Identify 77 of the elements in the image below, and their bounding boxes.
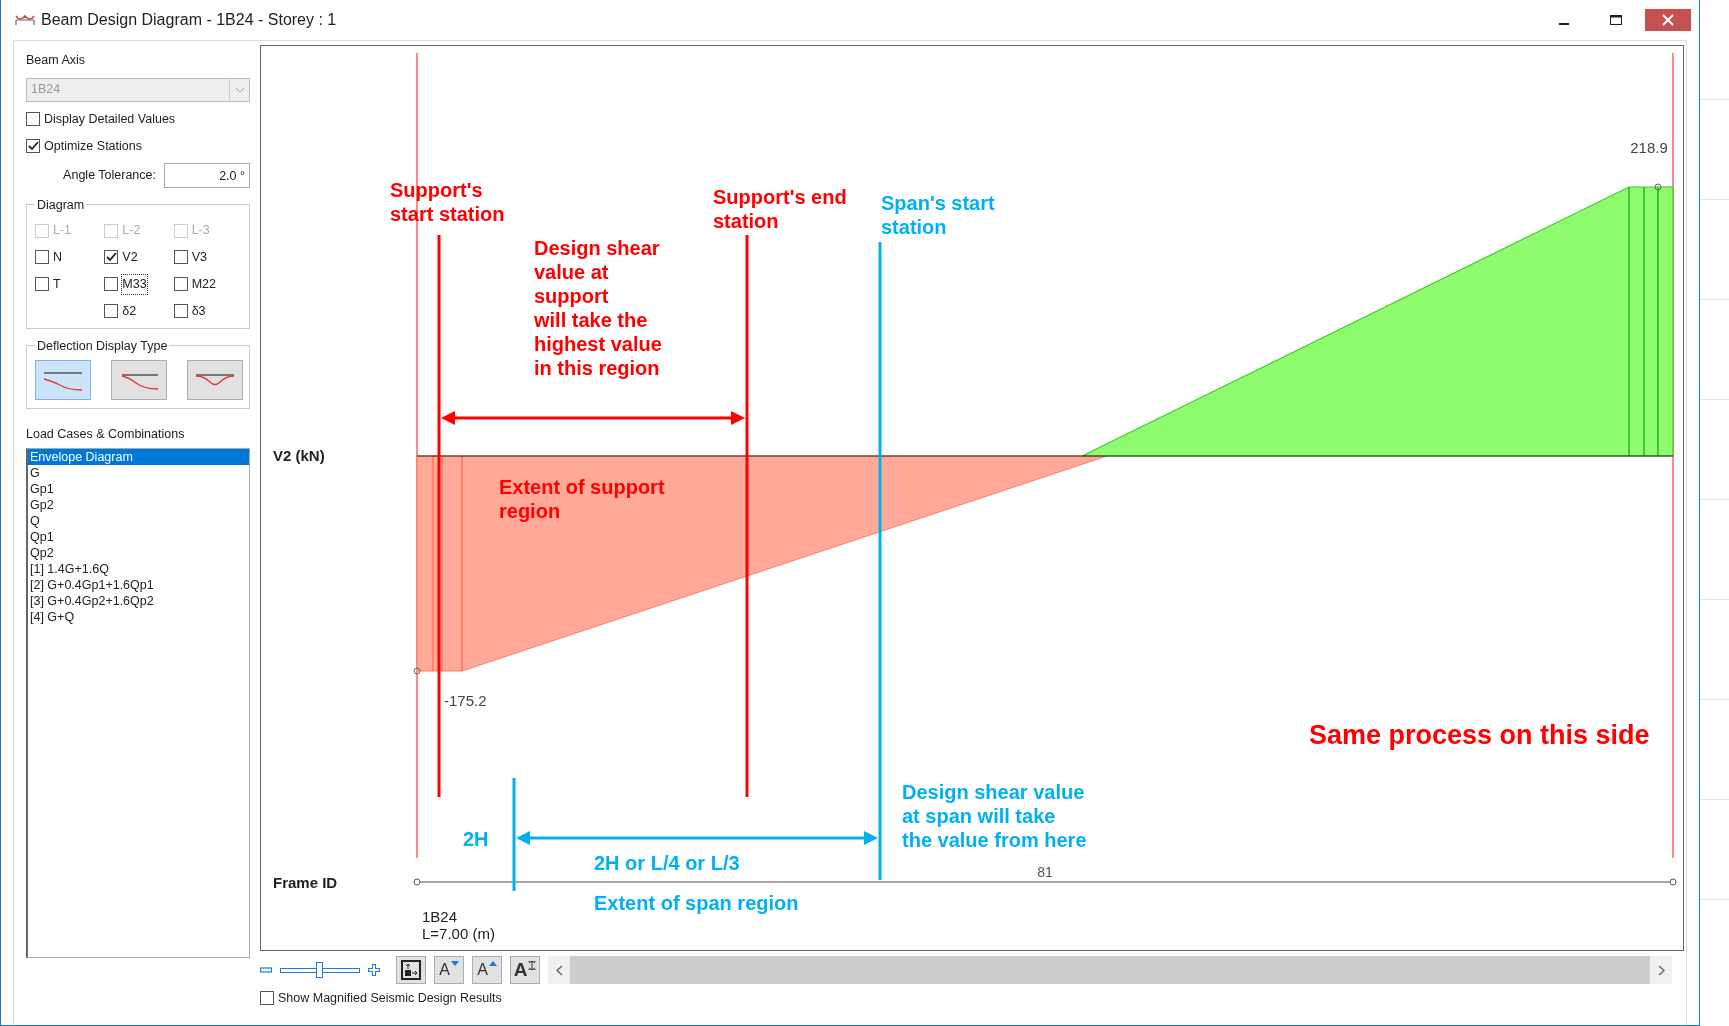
checkbox-label[interactable]: Optimize Stations bbox=[44, 136, 142, 156]
toolbar-button[interactable]: A bbox=[472, 956, 502, 984]
frame-length: L=7.00 (m) bbox=[422, 925, 495, 942]
checkbox[interactable] bbox=[173, 303, 188, 318]
beam-icon bbox=[15, 13, 35, 27]
checkbox-label[interactable]: Show Magnified Seismic Design Results bbox=[278, 989, 502, 1008]
list-item[interactable]: Q bbox=[28, 513, 249, 529]
list-item[interactable]: Gp1 bbox=[28, 481, 249, 497]
minus-icon bbox=[260, 967, 272, 973]
close-icon bbox=[1662, 14, 1674, 26]
close-button[interactable] bbox=[1645, 9, 1691, 31]
value-label: -175.2 bbox=[444, 692, 487, 709]
toolbar-button[interactable] bbox=[396, 956, 426, 984]
annotation-text: Same process on this side bbox=[1309, 720, 1650, 750]
annotation-text: Design shear value at span will take the value from here bbox=[902, 781, 1087, 851]
checkbox-label[interactable]: δ3 bbox=[191, 301, 206, 321]
annotation-text: Support's start station bbox=[390, 179, 505, 225]
deflection-type-button[interactable] bbox=[35, 360, 91, 401]
list-item[interactable]: [4] G+Q bbox=[28, 609, 249, 625]
annotation-text: Span's start station bbox=[881, 192, 995, 238]
annotation-text: Extent of span region bbox=[594, 892, 799, 914]
point-marker bbox=[413, 667, 421, 675]
group-title: Load Cases & Combinations bbox=[26, 426, 186, 444]
checkbox-label[interactable]: T bbox=[53, 274, 61, 294]
checkbox[interactable] bbox=[35, 250, 49, 265]
toolbar-button[interactable]: A bbox=[510, 956, 540, 984]
point-marker bbox=[1654, 183, 1662, 191]
annotation-text: Extent of support region bbox=[499, 476, 665, 522]
annotation-text: Design shear value at support will take the highest value in this region bbox=[534, 237, 662, 379]
checkbox[interactable] bbox=[35, 277, 49, 292]
checkbox-label[interactable]: δ2 bbox=[122, 301, 137, 321]
deflection-type-button[interactable] bbox=[187, 360, 243, 401]
checkbox[interactable] bbox=[26, 138, 40, 153]
axis-label: Frame ID bbox=[273, 874, 338, 891]
list-item[interactable]: [3] G+0.4Gp2+1.6Qp2 bbox=[28, 593, 249, 609]
list-item[interactable]: [1] 1.4G+1.6Q bbox=[28, 561, 249, 577]
list-item[interactable]: [2] G+0.4Gp1+1.6Qp1 bbox=[28, 577, 249, 593]
checkbox[interactable] bbox=[260, 991, 274, 1006]
slider-thumb[interactable] bbox=[316, 962, 323, 978]
axis-label: V2 (kN) bbox=[273, 447, 325, 464]
frame-number: 81 bbox=[1037, 864, 1053, 880]
minimize-icon bbox=[1559, 23, 1569, 25]
zoom-slider[interactable] bbox=[280, 961, 360, 979]
checkbox[interactable] bbox=[173, 250, 188, 265]
field-label: Beam Axis bbox=[26, 52, 87, 69]
checkbox[interactable] bbox=[173, 277, 188, 292]
checkbox[interactable] bbox=[104, 303, 119, 318]
field-label: Angle Tolerance: bbox=[63, 167, 156, 185]
maximize-icon bbox=[1610, 15, 1622, 25]
value-label: 218.9 bbox=[1630, 139, 1668, 156]
list-item[interactable]: Qp1 bbox=[28, 529, 249, 545]
checkbox-label[interactable]: M22 bbox=[191, 274, 216, 294]
checkbox[interactable] bbox=[104, 250, 119, 265]
list-item[interactable]: G bbox=[28, 465, 249, 481]
list-item[interactable]: Envelope Diagram bbox=[28, 449, 249, 465]
checkbox-label[interactable]: V3 bbox=[191, 248, 207, 267]
checkbox[interactable] bbox=[104, 277, 119, 292]
resize-icon bbox=[528, 960, 537, 970]
list-item[interactable]: Gp2 bbox=[28, 497, 249, 513]
list-item[interactable]: Qp2 bbox=[28, 545, 249, 561]
annotation-text: 2H bbox=[463, 828, 489, 850]
toolbar-button[interactable]: A bbox=[434, 956, 464, 984]
frame-name: 1B24 bbox=[422, 908, 458, 925]
window-title: Beam Design Diagram - 1B24 - Storey : 1 bbox=[41, 10, 338, 30]
checkbox-label[interactable]: V2 bbox=[122, 248, 138, 267]
input-field[interactable]: 2.0 ° bbox=[164, 163, 250, 189]
annotation-text: Support's end station bbox=[713, 186, 847, 232]
checkbox[interactable] bbox=[26, 112, 40, 127]
annotation-text: 2H or L/4 or L/3 bbox=[594, 852, 740, 874]
list-box[interactable]: Envelope Diagram G Gp1 Gp2 Q Qp1 Qp2 [1] 1.4G+1.6Q [2] G+0.4Gp1+1.6Qp1 [3] G+0.4Gp2+1.6Qp2 [4] G+Q bbox=[26, 448, 250, 958]
horizontal-scrollbar[interactable] bbox=[548, 956, 1672, 984]
checkbox-label[interactable]: Display Detailed Values bbox=[44, 109, 176, 129]
checkbox-label[interactable]: M33 bbox=[122, 274, 147, 294]
deflection-type-button[interactable] bbox=[111, 360, 167, 401]
plus-icon bbox=[368, 964, 380, 976]
checkbox-label[interactable]: N bbox=[53, 248, 63, 267]
fit-icon bbox=[401, 960, 421, 980]
